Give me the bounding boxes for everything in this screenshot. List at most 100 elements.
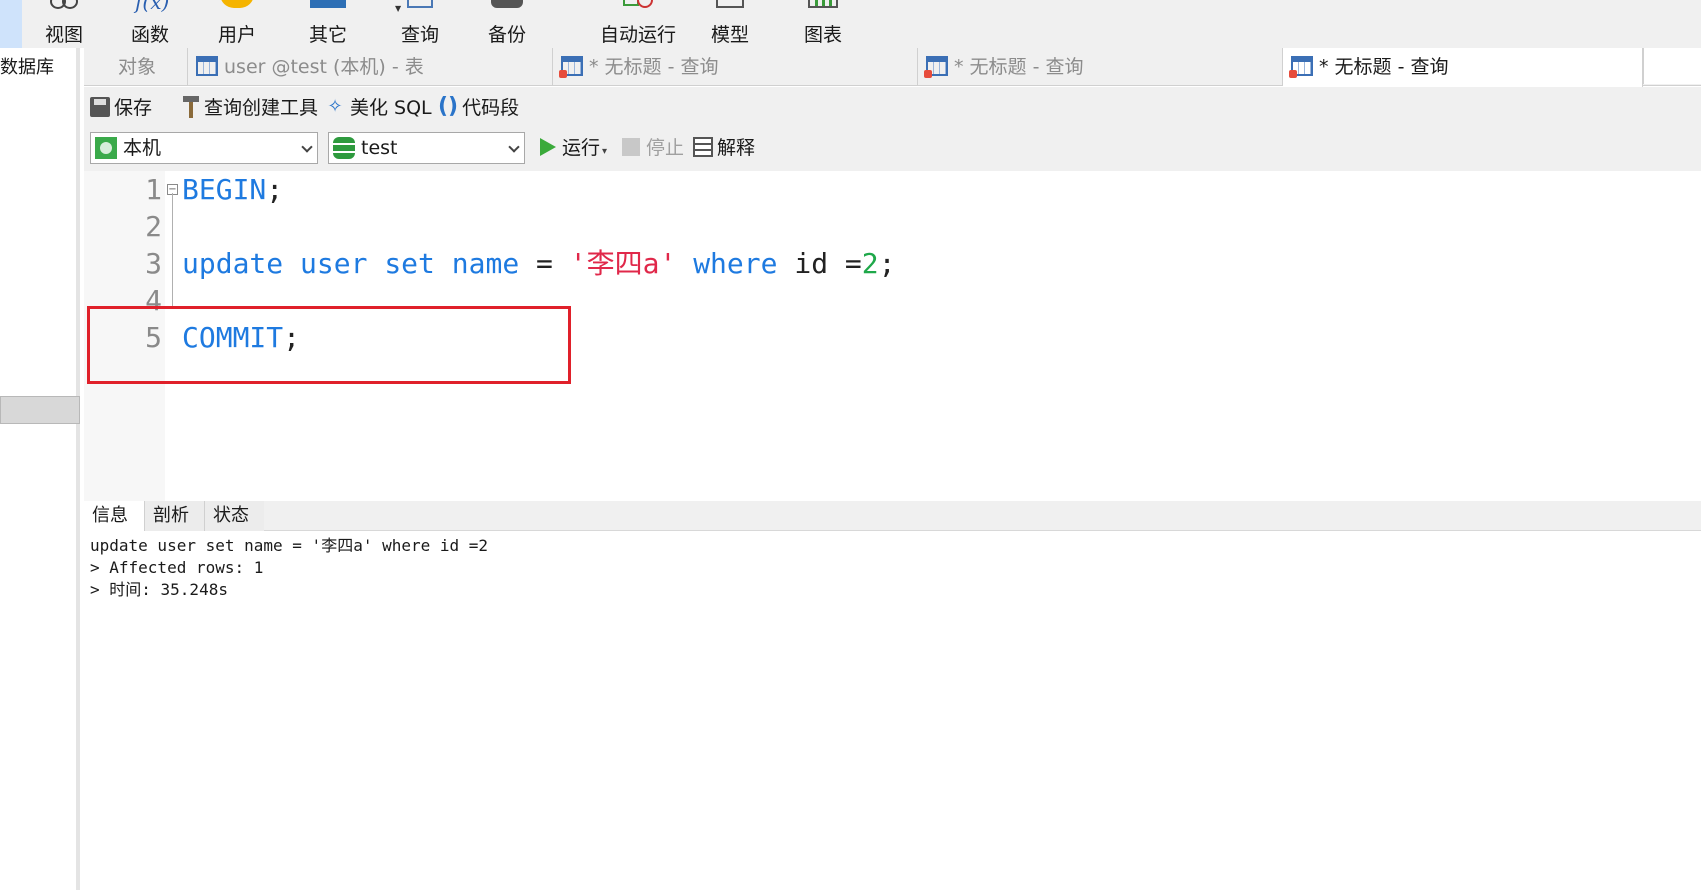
code-line-1: BEGIN; [182,173,283,207]
beautify-sql-button[interactable]: ✧ 美化 SQL [324,95,432,121]
connection-icon [95,137,117,159]
ribbon-label: 视图 [44,24,83,46]
other-icon [310,0,346,8]
result-message-line: update user set name = '李四a' where id =2 [90,536,489,555]
query-icon [407,0,433,8]
red-highlight-annotation [87,306,571,384]
parentheses-icon: () [438,93,459,119]
play-icon [540,137,556,156]
tab-query-3-active[interactable]: * 无标题 - 查询 [1283,48,1643,87]
ribbon-button-backup[interactable]: 备份 [467,0,547,48]
stop-button[interactable]: 停止 [622,133,684,163]
table-icon [196,55,218,76]
hammer-icon [182,95,200,118]
result-message-line: > Affected rows: 1 [90,558,264,577]
function-icon: f(x) [135,0,170,14]
fold-guide [172,193,173,309]
query-builder-label: 查询创建工具 [204,97,319,119]
save-icon [90,96,110,117]
tab-label: * 无标题 - 查询 [954,56,1084,78]
save-label: 保存 [114,97,153,119]
database-panel: 数据库 [0,48,80,890]
magic-wand-icon: ✧ [327,95,343,117]
tab-label: user @test (本机) - 表 [224,56,424,78]
sql-keyword: update [182,247,284,280]
ribbon-label: 备份 [487,24,526,46]
chevron-down-icon [301,141,313,153]
tab-label: 对象 [118,56,157,78]
sql-operator: = [519,247,570,280]
sql-identifier: id = [777,247,862,280]
sql-string: '李四a' [569,247,677,280]
result-message-line: > 时间: 35.248s [90,580,228,599]
ribbon-button-auto-run[interactable]: 自动运行 [588,0,688,48]
model-icon [716,0,744,8]
ribbon-button-model[interactable]: 模型 [690,0,770,48]
sql-identifier: user [300,247,368,280]
result-tab-bar: 信息 剖析 状态 [84,501,1701,532]
auto-run-icon [621,0,655,8]
code-line-3: update user set name = '李四a' where id =2… [182,247,896,281]
ribbon-label: 自动运行 [599,24,676,46]
user-icon [220,0,254,8]
ribbon-label: 模型 [710,24,749,46]
chevron-down-icon[interactable]: ▾ [602,146,607,157]
stop-label: 停止 [646,137,685,159]
database-select[interactable]: test [328,132,525,164]
run-button[interactable]: 运行 ▾ [540,133,613,163]
main-ribbon: 视图 f(x) 函数 用户 其它 ▼ 查询 备份 自动运行 模型 图表 [0,0,1701,48]
tab-objects[interactable]: 对象 [84,48,188,86]
tab-user-table[interactable]: user @test (本机) - 表 [188,48,553,86]
chart-icon [808,0,838,8]
snippet-label: 代码段 [462,97,520,119]
sql-keyword: BEGIN [182,173,267,206]
query-toolbar: 保存 查询创建工具 ✧ 美化 SQL () 代码段 本机 test 运行 ▾ 停止 解… [84,87,1701,171]
stop-icon [622,137,640,156]
ribbon-button-other[interactable]: 其它 [288,0,368,48]
beautify-label: 美化 SQL [350,97,432,119]
tab-info[interactable]: 信息 [84,501,144,532]
ribbon-label: 图表 [803,24,842,46]
ribbon-button-chart[interactable]: 图表 [783,0,863,48]
sql-number: 2 [861,247,879,280]
tab-label: * 无标题 - 查询 [589,56,719,78]
ribbon-accent [0,0,22,48]
query-table-icon [1289,55,1313,78]
sql-punct: ; [266,173,284,206]
database-value: test [361,137,398,159]
document-tab-bar: 对象 user @test (本机) - 表 * 无标题 - 查询 * 无标题 … [84,48,1701,87]
query-table-icon [559,55,583,78]
tab-query-2[interactable]: * 无标题 - 查询 [918,48,1283,86]
chevron-down-icon [508,141,520,153]
ribbon-button-view[interactable]: 视图 [24,0,104,48]
explain-label: 解释 [717,137,756,159]
tab-label: * 无标题 - 查询 [1319,56,1449,78]
line-number: 2 [145,210,162,243]
tab-profile[interactable]: 剖析 [144,501,204,531]
tab-query-1[interactable]: * 无标题 - 查询 [553,48,918,86]
panel-scrollbar[interactable] [0,396,80,424]
explain-icon [693,136,713,157]
ribbon-button-function[interactable]: f(x) 函数 [110,0,190,48]
explain-button[interactable]: 解释 [693,133,755,163]
ribbon-label: 查询 [400,24,439,46]
connection-select[interactable]: 本机 [90,132,318,164]
query-builder-button[interactable]: 查询创建工具 [182,95,318,121]
save-button[interactable]: 保存 [90,95,152,121]
ribbon-label: 函数 [130,24,169,46]
sql-keyword: where [693,247,778,280]
backup-icon [491,0,523,8]
result-message-panel[interactable]: update user set name = '李四a' where id =2… [84,531,1701,890]
tab-status[interactable]: 状态 [204,501,264,531]
query-table-icon [924,55,948,78]
ribbon-button-user[interactable]: 用户 [197,0,277,48]
database-icon [333,137,355,159]
run-label: 运行 [562,137,601,159]
line-number: 1 [145,173,162,206]
sql-punct: ; [878,247,896,280]
ribbon-button-query[interactable]: 查询 [380,0,460,48]
connection-value: 本机 [123,137,162,159]
snippet-button[interactable]: () 代码段 [438,93,520,121]
sql-identifier: name [451,247,520,280]
tab-bar-spacer [1643,48,1701,84]
